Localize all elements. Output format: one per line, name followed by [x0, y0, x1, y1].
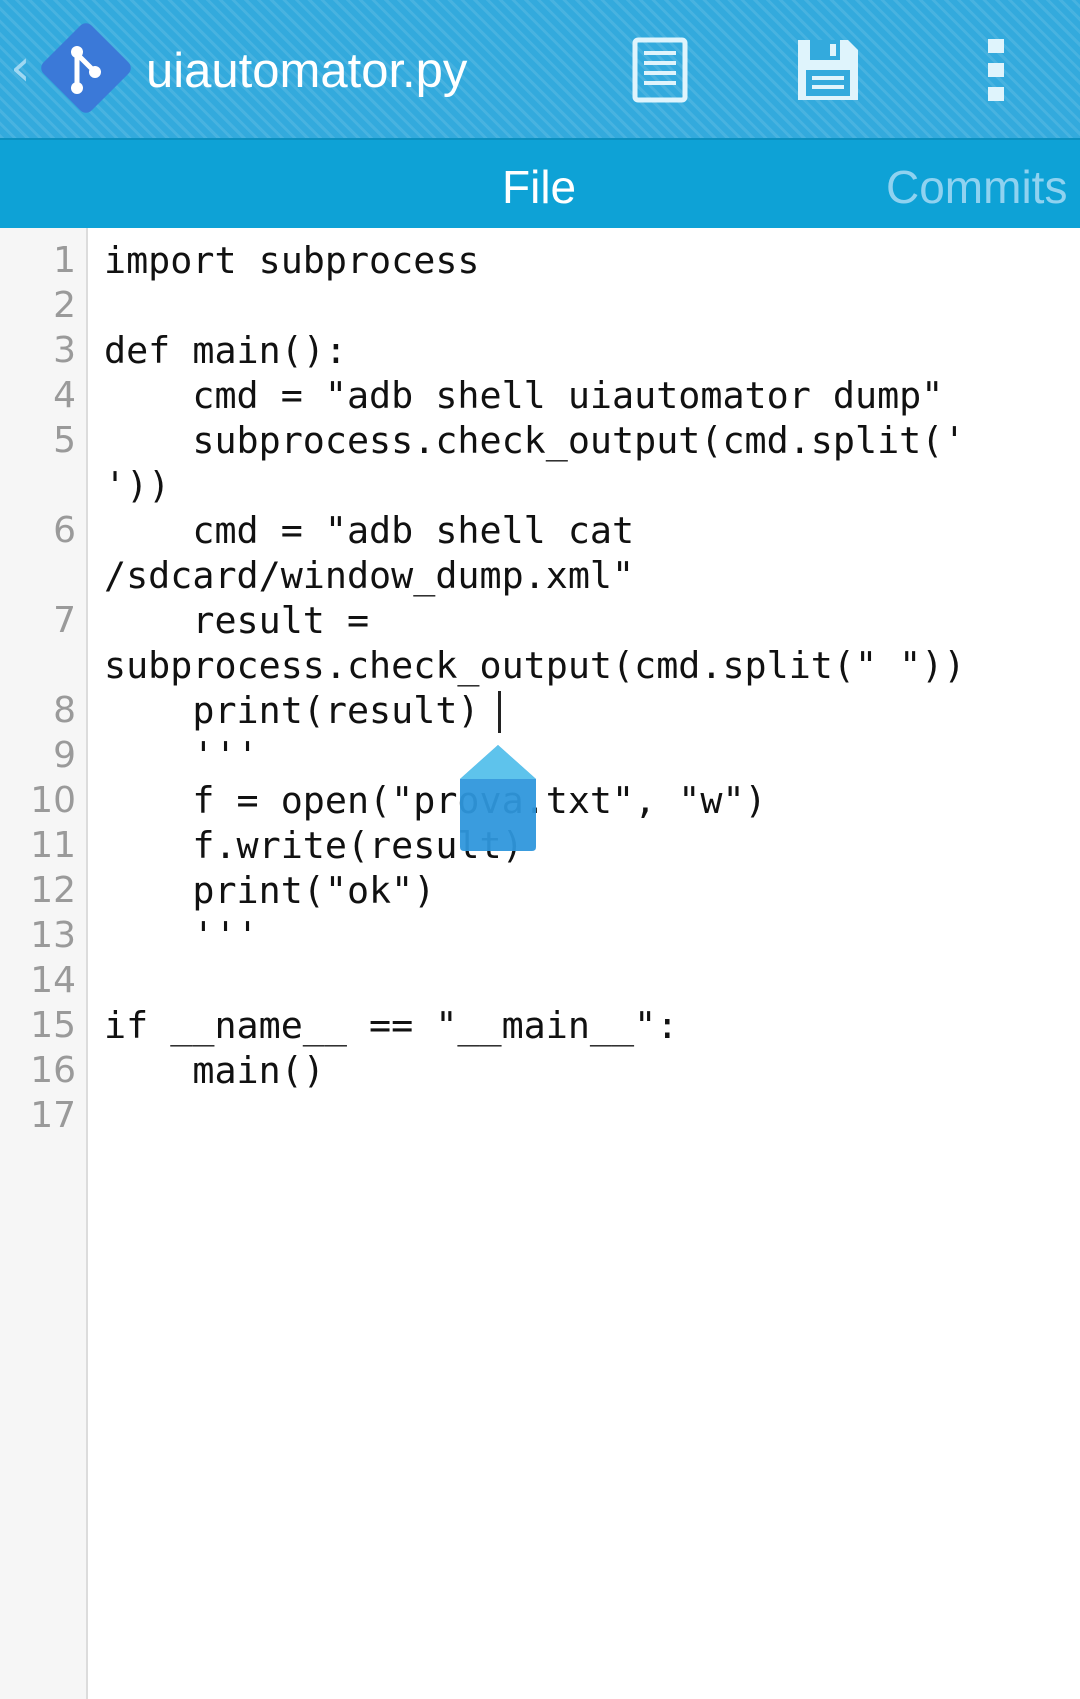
tab-commits[interactable]: Commits	[886, 140, 1067, 228]
git-logo-icon[interactable]	[36, 18, 136, 118]
line-number: 2	[53, 285, 76, 326]
line-number: 12	[30, 870, 76, 911]
document-view-button[interactable]	[612, 22, 708, 118]
code-editor[interactable]: 1 2 3 4 5 6 7 8 9 10 11 12 13 14 15 16 1…	[0, 228, 1080, 1699]
line-number: 4	[53, 375, 76, 416]
page-title: uiautomator.py	[146, 44, 468, 98]
line-number: 10	[30, 780, 76, 821]
line-number: 9	[53, 735, 76, 776]
line-number: 8	[53, 690, 76, 731]
save-icon	[798, 40, 858, 100]
tab-bar: File Commits	[0, 138, 1080, 228]
action-bar: ‹ uiautomator.py	[0, 0, 1080, 138]
overflow-menu-icon	[988, 39, 1004, 101]
line-number: 1	[53, 240, 76, 281]
save-button[interactable]	[780, 22, 876, 118]
line-number: 11	[30, 825, 76, 866]
document-icon	[632, 37, 688, 103]
line-number: 6	[53, 510, 76, 551]
line-number: 15	[30, 1005, 76, 1046]
line-number: 3	[53, 330, 76, 371]
code-text[interactable]: import subprocess def main(): cmd = "adb…	[104, 238, 1080, 1093]
line-number: 7	[53, 600, 76, 641]
line-number-gutter: 1 2 3 4 5 6 7 8 9 10 11 12 13 14 15 16 1…	[0, 228, 88, 1699]
tab-file[interactable]: File	[502, 140, 576, 228]
line-number: 13	[30, 915, 76, 956]
text-selection-handle[interactable]	[458, 743, 538, 853]
line-number: 14	[30, 960, 76, 1001]
text-cursor	[498, 691, 501, 733]
line-number: 5	[53, 420, 76, 461]
line-number: 17	[30, 1095, 76, 1136]
overflow-menu-button[interactable]	[948, 22, 1044, 118]
line-number: 16	[30, 1050, 76, 1091]
